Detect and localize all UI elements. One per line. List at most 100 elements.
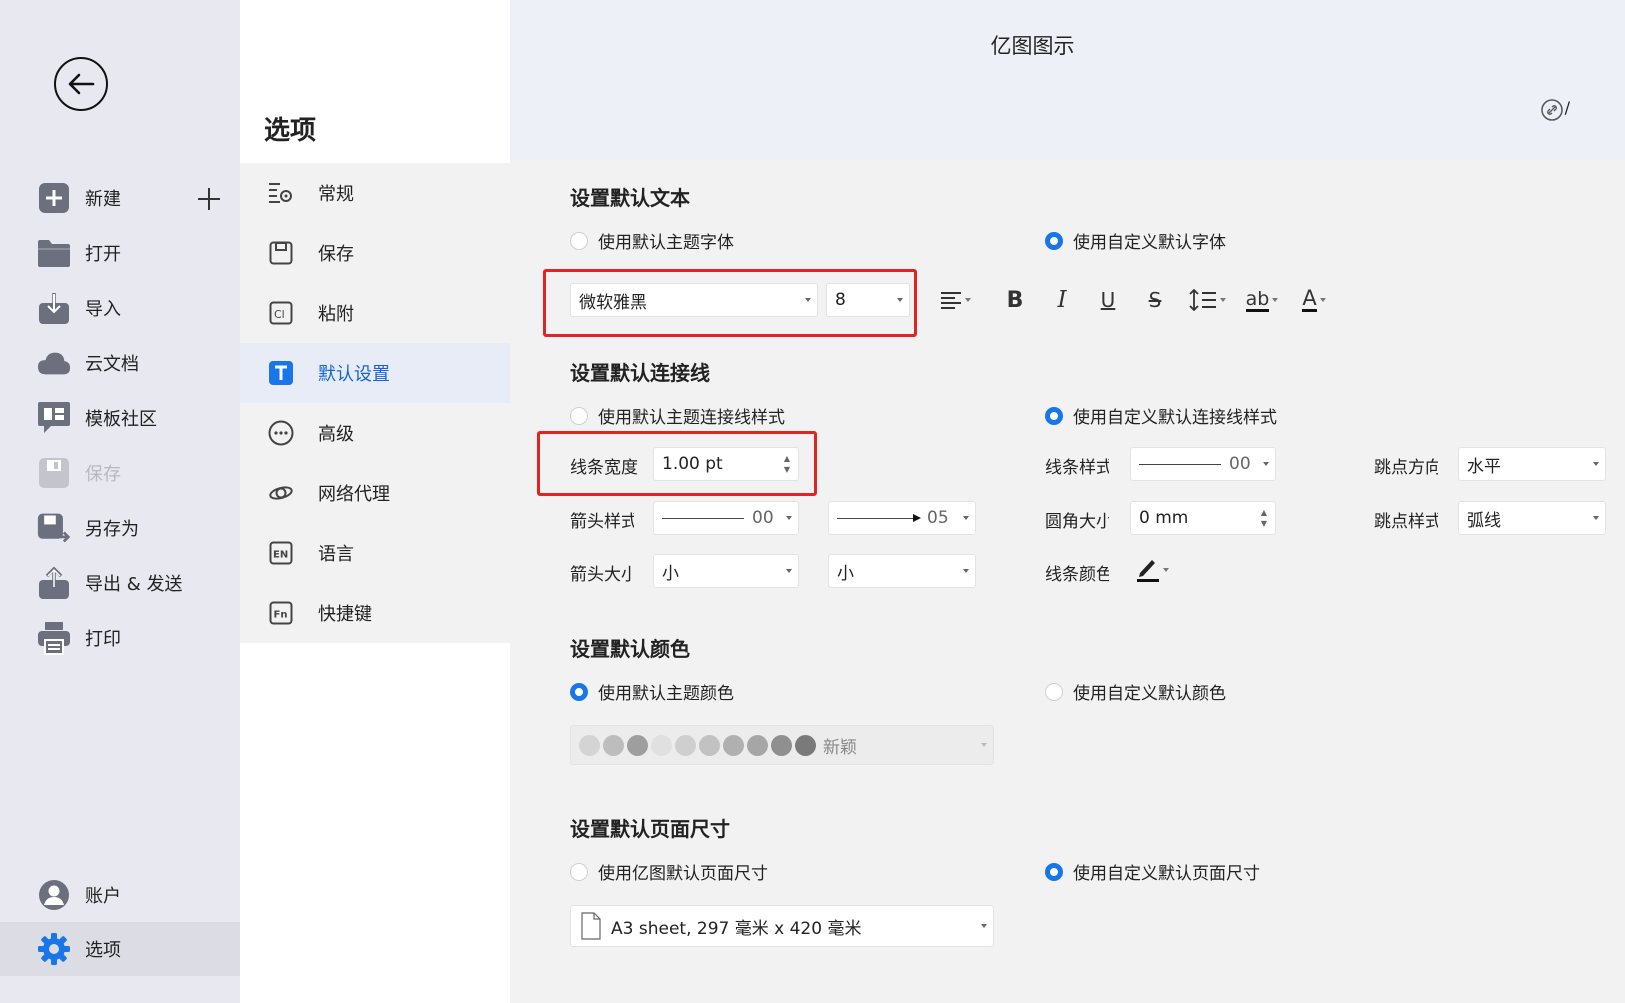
jump-direction-select[interactable]: 水平 [1458,447,1606,481]
corner-radius-input[interactable]: 0 mm ▲ ▼ [1130,501,1276,535]
jump-style-select[interactable]: 弧线 [1458,501,1606,535]
chevron-down-icon [963,516,969,520]
align-button[interactable] [936,285,974,315]
highlight-button[interactable]: ab [1241,285,1283,315]
arrow-end-select[interactable]: 05 [828,501,976,535]
highlight-label: ab [1245,287,1270,312]
nav-item-label: 粘附 [318,304,354,325]
sidebar-item-label: 打印 [85,629,121,650]
italic-button[interactable]: I [1047,285,1077,315]
color-theme-select[interactable]: 新颖 [570,725,994,765]
line-color-label: 线条颜色 [1045,565,1109,585]
sidebar-item-open[interactable]: 打开 [0,226,240,280]
nav-item-default-settings[interactable]: 默认设置 [240,343,510,403]
arrow-start-value: 00 [752,508,774,528]
radio-theme-connector[interactable]: 使用默认主题连接线样式 [570,403,785,428]
chevron-down-icon [1593,516,1599,520]
radio-label: 使用亿图默认页面尺寸 [598,864,768,884]
nav-item-shortcuts[interactable]: Fn 快捷键 [240,583,510,643]
community-icon [37,401,71,435]
chevron-down-icon [897,298,903,302]
nav-item-label: 高级 [318,424,354,445]
sidebar-item-options[interactable]: 选项 [0,922,240,976]
language-en-icon: EN [267,539,295,567]
sidebar-item-import[interactable]: 导入 [0,281,240,335]
bold-button[interactable]: B [1000,285,1030,315]
line-width-value: 1.00 pt [662,454,723,474]
radio-custom-connector[interactable]: 使用自定义默认连接线样式 [1045,403,1277,428]
nav-item-general[interactable]: 常规 [240,163,510,223]
radio-eddx-page-size[interactable]: 使用亿图默认页面尺寸 [570,859,768,884]
color-swatch [627,734,648,756]
chevron-down-icon [1593,462,1599,466]
nav-item-advanced[interactable]: 高级 [240,403,510,463]
line-width-input[interactable]: 1.00 pt ▲ ▼ [653,447,799,481]
arrow-start-select[interactable]: 00 [653,501,799,535]
palette-name: 新颖 [823,737,857,758]
line-color-button[interactable] [1132,555,1172,585]
section-title-default-color: 设置默认颜色 [570,637,690,661]
nav-item-label: 网络代理 [318,484,390,505]
radio-dot [1045,862,1063,881]
color-swatch [723,734,744,756]
radio-theme-font[interactable]: 使用默认主题字体 [570,228,734,253]
radio-custom-font[interactable]: 使用自定义默认字体 [1045,228,1226,253]
sidebar-item-cloud[interactable]: 云文档 [0,336,240,390]
font-family-value: 微软雅黑 [579,292,647,313]
default-settings-content: 设置默认文本 使用默认主题字体 使用自定义默认字体 微软雅黑 8 B I U S… [510,160,1625,1003]
svg-text:EN: EN [273,550,288,561]
sidebar-item-templates[interactable]: 模板社区 [0,391,240,445]
line-spacing-button[interactable] [1186,285,1228,315]
jump-style-label: 跳点样式 [1374,512,1438,532]
line-style-select[interactable]: 00 [1130,447,1276,481]
more-icon [267,419,295,447]
sidebar-item-print[interactable]: 打印 [0,611,240,665]
underline-button[interactable]: U [1093,285,1123,315]
pen-color-icon [1136,560,1159,582]
font-size-select[interactable]: 8 [826,283,910,317]
chevron-down-icon [964,298,971,302]
font-family-select[interactable]: 微软雅黑 [570,283,818,317]
nav-item-save[interactable]: 保存 [240,223,510,283]
cloud-icon [37,346,71,380]
radio-label: 使用自定义默认颜色 [1073,684,1226,704]
arrow-start-preview [662,517,744,519]
corner-radius-value: 0 mm [1139,508,1189,528]
radio-label: 使用默认主题连接线样式 [598,408,785,428]
color-swatch [675,734,696,756]
save-icon [37,456,71,490]
sidebar-item-save-as[interactable]: 另存为 [0,501,240,555]
shortcut-fn-icon: Fn [267,599,295,627]
nav-item-snap[interactable]: Cl 粘附 [240,283,510,343]
chevron-down-icon [981,743,987,747]
line-style-value: 00 [1229,454,1251,474]
app-title: 亿图图示 [990,34,1075,58]
jump-direction-label: 跳点方向 [1374,458,1438,478]
page-size-value: A3 sheet, 297 毫米 x 420 毫米 [611,918,862,939]
strikethrough-button[interactable]: S [1140,285,1170,315]
color-swatch [699,734,720,756]
options-title: 选项 [264,116,317,146]
font-color-button[interactable]: A [1294,285,1334,315]
sidebar-item-account[interactable]: 账户 [0,868,240,922]
nav-item-language[interactable]: EN 语言 [240,523,510,583]
radio-label: 使用自定义默认字体 [1073,233,1226,253]
radio-custom-page-size[interactable]: 使用自定义默认页面尺寸 [1045,859,1260,884]
nav-item-label: 语言 [318,544,354,565]
back-button[interactable] [54,57,108,111]
add-new-icon[interactable] [196,186,222,212]
arrow-size-end-select[interactable]: 小 [828,554,976,588]
network-proxy-icon [267,479,295,507]
import-icon [37,291,71,325]
sidebar-item-save[interactable]: 保存 [0,446,240,500]
arrow-size-start-select[interactable]: 小 [653,554,799,588]
nav-item-proxy[interactable]: 网络代理 [240,463,510,523]
radio-dot [1045,682,1063,701]
link-icon[interactable] [1541,99,1563,121]
radio-custom-color[interactable]: 使用自定义默认颜色 [1045,679,1226,704]
radio-theme-color[interactable]: 使用默认主题颜色 [570,679,734,704]
arrow-left-icon [68,73,95,95]
page-size-select[interactable]: A3 sheet, 297 毫米 x 420 毫米 [570,905,994,947]
options-nav-panel: 选项 常规 保存 Cl 粘附 默认设置 高级 网络代理 EN 语言 Fn 快捷键 [240,0,510,1003]
sidebar-item-export[interactable]: 导出 & 发送 [0,556,240,610]
